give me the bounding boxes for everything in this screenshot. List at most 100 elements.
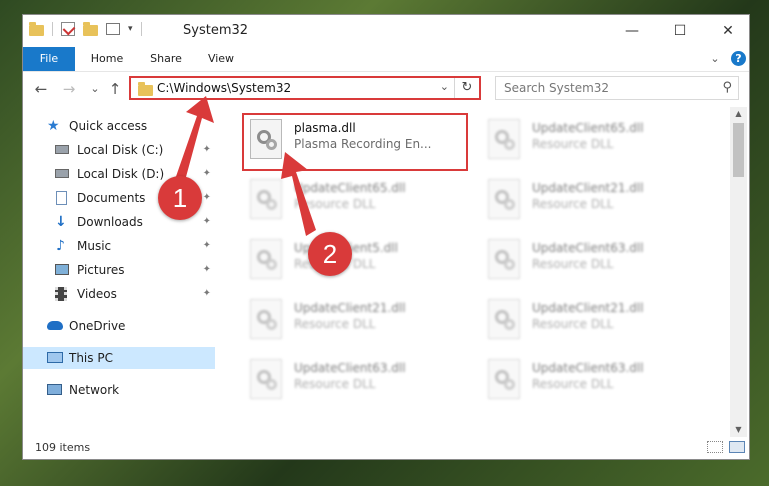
pin-icon[interactable]: ✦ (203, 235, 211, 257)
dll-file-icon (488, 119, 520, 159)
file-item[interactable]: UpdateClient63.dll Resource DLL (482, 235, 712, 291)
pin-icon[interactable]: ✦ (203, 259, 211, 281)
customize-toolbar-icon[interactable] (106, 23, 120, 35)
back-button[interactable]: ← (31, 79, 51, 99)
file-type: Resource DLL (532, 197, 614, 211)
computer-icon (47, 352, 63, 363)
file-item[interactable]: UpdateClient65.dll Resource DLL (482, 115, 712, 171)
sidebar-item-network[interactable]: Network (23, 379, 215, 401)
customize-dropdown-icon[interactable]: ▾ (128, 24, 133, 34)
pin-icon[interactable]: ✦ (203, 139, 211, 161)
file-item[interactable]: UpdateClient65.dll Resource DLL (244, 175, 474, 231)
sidebar-item-videos[interactable]: Videos ✦ (23, 283, 215, 305)
drive-icon (55, 169, 69, 178)
cloud-icon (47, 321, 63, 330)
maximize-button[interactable]: ☐ (657, 15, 703, 47)
tab-home[interactable]: Home (85, 47, 129, 71)
forward-button[interactable]: → (59, 79, 79, 99)
toolbar-divider (52, 22, 53, 36)
file-name: UpdateClient21.dll (532, 301, 644, 315)
search-box[interactable]: Search System32 ⚲ (495, 76, 739, 100)
file-name: plasma.dll (294, 121, 356, 135)
dll-file-icon (250, 299, 282, 339)
sidebar-item-label: Videos (77, 287, 117, 301)
tab-file[interactable]: File (23, 47, 75, 71)
expand-ribbon-icon[interactable]: ⌄ (707, 47, 723, 71)
details-view-icon[interactable] (707, 441, 723, 453)
title-bar: ▾ System32 — ☐ ✕ (23, 15, 749, 47)
sidebar-item-label: Pictures (77, 263, 125, 277)
sidebar-item-label: Music (77, 239, 112, 253)
navigation-bar: ← → ⌄ ↑ C:\Windows\System32 ⌄ ↻ Search S… (23, 72, 749, 106)
dll-file-icon (250, 359, 282, 399)
minimize-button[interactable]: — (609, 15, 655, 47)
sidebar-item-this-pc[interactable]: This PC (23, 347, 215, 369)
new-folder-icon[interactable] (83, 21, 98, 36)
sidebar-item-label: Documents (77, 191, 146, 205)
folder-icon (138, 82, 153, 96)
pin-icon[interactable]: ✦ (203, 187, 211, 209)
file-name: UpdateClient21.dll (294, 301, 406, 315)
videos-icon (55, 287, 67, 301)
file-item[interactable]: UpdateClient5.dll Resource DLL (244, 235, 474, 291)
file-item[interactable]: UpdateClient63.dll Resource DLL (244, 355, 474, 411)
address-bar[interactable]: C:\Windows\System32 ⌄ ↻ (129, 76, 481, 100)
drive-icon (55, 145, 69, 154)
large-icons-view-icon[interactable] (729, 441, 745, 453)
file-item[interactable]: UpdateClient21.dll Resource DLL (482, 175, 712, 231)
toolbar-divider (140, 22, 142, 36)
address-dropdown-icon[interactable]: ⌄ (440, 80, 449, 93)
pin-icon[interactable]: ✦ (203, 211, 211, 233)
star-icon: ★ (47, 118, 60, 134)
tab-share[interactable]: Share (143, 47, 189, 71)
sidebar-item-local-disk-c[interactable]: Local Disk (C:) ✦ (23, 139, 215, 161)
folder-icon[interactable] (29, 21, 44, 36)
file-item[interactable]: UpdateClient63.dll Resource DLL (482, 355, 712, 411)
address-path[interactable]: C:\Windows\System32 (157, 81, 291, 95)
sidebar-item-quick-access[interactable]: ★ Quick access (23, 115, 215, 137)
scroll-up-icon[interactable]: ▲ (730, 107, 747, 121)
file-type: Resource DLL (532, 137, 614, 151)
sidebar-item-music[interactable]: ♪ Music ✦ (23, 235, 215, 257)
recent-locations-button[interactable]: ⌄ (85, 79, 105, 99)
file-list: plasma.dll Plasma Recording En... Update… (216, 107, 730, 437)
search-icon[interactable]: ⚲ (722, 80, 732, 95)
file-name: UpdateClient65.dll (294, 181, 406, 195)
step-2-badge: 2 (308, 232, 352, 276)
sidebar-item-label: Network (69, 383, 120, 397)
pin-icon[interactable]: ✦ (203, 163, 211, 185)
explorer-window: ▾ System32 — ☐ ✕ File Home Share View ⌄ … (22, 14, 750, 460)
close-button[interactable]: ✕ (705, 15, 751, 47)
step-1-badge: 1 (158, 176, 202, 220)
sidebar-item-label: Local Disk (D:) (77, 167, 165, 181)
navigation-pane: ★ Quick access Local Disk (C:) ✦ Local D… (23, 107, 215, 427)
scroll-down-icon[interactable]: ▼ (730, 423, 747, 437)
file-item[interactable]: UpdateClient21.dll Resource DLL (482, 295, 712, 351)
ribbon-tabs: File Home Share View ⌄ ? (23, 47, 749, 72)
sidebar-item-label: This PC (69, 351, 113, 365)
music-icon: ♪ (56, 238, 65, 254)
tab-view[interactable]: View (201, 47, 241, 71)
sidebar-item-onedrive[interactable]: OneDrive (23, 315, 215, 337)
vertical-scrollbar[interactable]: ▲ ▼ (730, 107, 747, 437)
sidebar-item-label: Downloads (77, 215, 143, 229)
pin-icon[interactable]: ✦ (203, 283, 211, 305)
file-item-plasma-dll[interactable]: plasma.dll Plasma Recording En... (244, 115, 474, 171)
properties-icon[interactable] (61, 22, 76, 36)
item-count: 109 items (35, 441, 91, 454)
scroll-thumb[interactable] (733, 123, 744, 177)
file-type: Plasma Recording En... (294, 137, 432, 151)
help-icon[interactable]: ? (731, 51, 746, 66)
file-item[interactable]: UpdateClient21.dll Resource DLL (244, 295, 474, 351)
file-type: Resource DLL (294, 197, 376, 211)
up-button[interactable]: ↑ (105, 79, 125, 99)
dll-file-icon (488, 239, 520, 279)
refresh-button[interactable]: ↻ (454, 78, 479, 98)
sidebar-item-label: Local Disk (C:) (77, 143, 164, 157)
quick-access-toolbar: ▾ (29, 21, 142, 36)
search-input[interactable]: Search System32 (504, 81, 609, 95)
documents-icon (56, 191, 67, 205)
file-type: Resource DLL (294, 317, 376, 331)
pictures-icon (55, 264, 69, 275)
sidebar-item-pictures[interactable]: Pictures ✦ (23, 259, 215, 281)
